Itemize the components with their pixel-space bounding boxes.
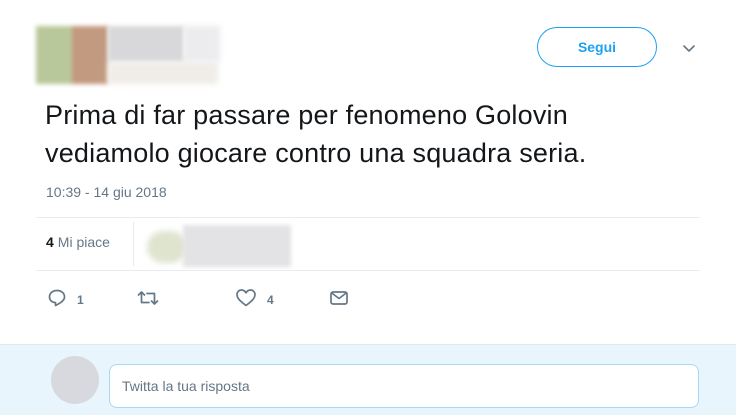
divider-bottom: [36, 270, 700, 271]
author-handle-blurred: [108, 62, 218, 84]
liker-avatars-blurred[interactable]: [143, 223, 293, 267]
reply-count: 1: [77, 293, 84, 307]
like-action[interactable]: 4: [235, 288, 274, 312]
direct-message-icon: [329, 288, 349, 313]
author-blur-tail: [184, 26, 220, 62]
avatar[interactable]: [36, 26, 108, 84]
current-user-avatar: [51, 356, 99, 404]
author-name-blurred[interactable]: [108, 26, 184, 62]
follow-button[interactable]: Segui: [537, 27, 657, 67]
retweet-icon: [137, 288, 159, 313]
tweet-text-line-2: vediamolo giocare contro una squadra ser…: [45, 138, 587, 168]
reply-action[interactable]: 1: [47, 288, 84, 312]
likes-separator: [133, 222, 134, 266]
direct-message-action[interactable]: [329, 288, 349, 312]
chevron-down-icon[interactable]: [680, 40, 698, 58]
divider-top: [36, 217, 700, 218]
tweet-card: Segui Prima di far passare per fenomeno …: [0, 0, 736, 344]
tweet-text-line-1: Prima di far passare per fenomeno Golovi…: [45, 100, 568, 130]
reply-input[interactable]: Twitta la tua risposta: [109, 364, 699, 408]
heart-icon: [235, 288, 257, 313]
tweet-timestamp[interactable]: 10:39 - 14 giu 2018: [46, 184, 167, 200]
tweet-text: Prima di far passare per fenomeno Golovi…: [45, 96, 705, 172]
likes-label: Mi piace: [57, 234, 110, 250]
reply-composer: Twitta la tua risposta: [0, 344, 736, 415]
retweet-action[interactable]: [137, 288, 169, 312]
like-count: 4: [267, 293, 274, 307]
likes-summary[interactable]: 4 Mi piace: [46, 234, 110, 250]
author-header-blurred[interactable]: [36, 26, 220, 84]
likes-count: 4: [46, 234, 54, 250]
reply-icon: [47, 288, 67, 313]
